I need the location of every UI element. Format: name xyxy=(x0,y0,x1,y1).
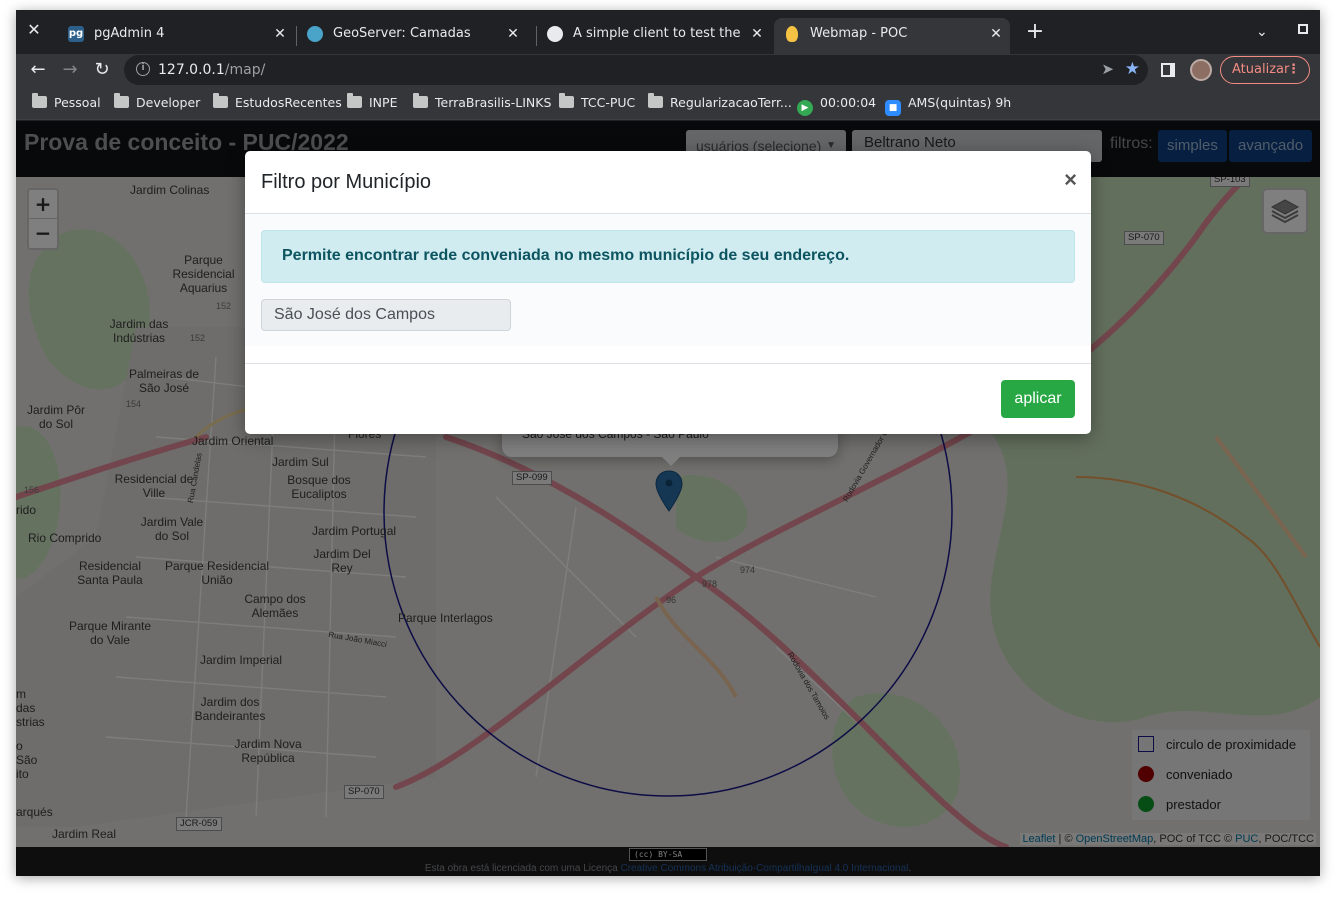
bookmark-estudos[interactable]: EstudosRecentes xyxy=(213,93,342,111)
play-icon: ▶ xyxy=(797,100,813,116)
folder-icon xyxy=(114,93,129,108)
side-panel-icon[interactable] xyxy=(1161,63,1175,77)
geoserver-icon xyxy=(307,26,323,42)
bookmark-tcc-puc[interactable]: TCC-PUC xyxy=(559,93,636,111)
folder-icon xyxy=(32,93,47,108)
new-tab-icon[interactable]: + xyxy=(1024,21,1046,44)
bookmark-label: TerraBrasilis-LINKS xyxy=(435,95,552,110)
video-call-icon: ■ xyxy=(885,100,901,116)
tab-close-icon[interactable]: ✕ xyxy=(272,18,288,50)
apply-button[interactable]: aplicar xyxy=(1001,380,1075,418)
bookmark-pessoal[interactable]: Pessoal xyxy=(32,93,101,111)
bookmark-timer[interactable]: ▶ 00:00:04 xyxy=(797,95,877,116)
reload-icon[interactable]: ↻ xyxy=(90,58,114,82)
bookmark-developer[interactable]: Developer xyxy=(114,93,201,111)
bookmark-label: AMS(quintas) 9h xyxy=(908,95,1012,110)
tab-search-chevron-icon[interactable]: ⌄ xyxy=(1256,24,1268,40)
tab-title: GeoServer: Camadas xyxy=(333,26,471,41)
more-menu-icon: ⋮ xyxy=(1287,62,1300,77)
folder-icon xyxy=(648,93,663,108)
folder-icon xyxy=(213,93,228,108)
tab-title: A simple client to test the Addre xyxy=(573,26,743,41)
info-alert: Permite encontrar rede conveniada no mes… xyxy=(261,230,1075,283)
url-host: 127.0.0.1 xyxy=(158,62,225,78)
folder-icon xyxy=(559,93,574,108)
back-arrow-icon[interactable]: ← xyxy=(26,58,50,82)
update-label: Atualizar xyxy=(1232,62,1290,77)
folder-icon xyxy=(347,93,362,108)
bookmark-ams[interactable]: ■ AMS(quintas) 9h xyxy=(885,95,1012,116)
tab-close-icon[interactable]: ✕ xyxy=(749,18,765,50)
bookmark-label: EstudosRecentes xyxy=(235,95,342,110)
pgadmin-icon: pg xyxy=(68,26,84,42)
tab-pgadmin[interactable]: pg pgAdmin 4 ✕ xyxy=(58,18,294,54)
tab-strip: ✕ pg pgAdmin 4 ✕ GeoServer: Camadas ✕ A … xyxy=(16,10,1320,54)
globe-icon xyxy=(547,26,563,42)
tab-title: pgAdmin 4 xyxy=(94,26,165,41)
bookmark-label: Developer xyxy=(136,95,201,110)
municipio-filter-modal: Filtro por Município × Permite encontrar… xyxy=(245,151,1091,434)
tab-close-icon[interactable]: ✕ xyxy=(505,18,521,50)
tab-close-icon[interactable]: ✕ xyxy=(988,18,1004,50)
site-info-icon[interactable]: i xyxy=(136,62,150,76)
modal-footer: aplicar xyxy=(245,363,1091,434)
lightbulb-icon xyxy=(786,26,798,42)
bookmark-inpe[interactable]: INPE xyxy=(347,93,398,111)
window-close-icon[interactable]: ✕ xyxy=(24,20,44,40)
bookmark-terrabrasilis[interactable]: TerraBrasilis-LINKS xyxy=(413,93,552,111)
tab-geoserver[interactable]: GeoServer: Camadas ✕ xyxy=(297,18,527,54)
bookmark-label: RegularizacaoTerr... xyxy=(670,95,792,110)
bookmark-label: 00:00:04 xyxy=(820,95,877,110)
bookmark-regularizacao[interactable]: RegularizacaoTerr... xyxy=(648,93,792,111)
tab-address-client[interactable]: A simple client to test the Addre ✕ xyxy=(537,18,771,54)
tab-webmap[interactable]: Webmap - POC ✕ xyxy=(774,18,1010,54)
modal-title: Filtro por Município xyxy=(261,171,432,193)
window-maximize-icon[interactable] xyxy=(1298,24,1308,34)
url-text: 127.0.0.1/map/ xyxy=(158,55,265,85)
modal-header: Filtro por Município × xyxy=(245,151,1091,214)
bookmark-label: INPE xyxy=(369,95,398,110)
bookmark-star-icon[interactable]: ★ xyxy=(1125,59,1140,79)
modal-body: Permite encontrar rede conveniada no mes… xyxy=(245,214,1091,346)
bookmark-label: Pessoal xyxy=(54,95,101,110)
modal-close-icon[interactable]: × xyxy=(1064,167,1077,193)
bookmark-label: TCC-PUC xyxy=(581,95,636,110)
update-button[interactable]: Atualizar ⋮ xyxy=(1220,56,1310,84)
address-bar[interactable]: i 127.0.0.1/map/ ➤ ★ xyxy=(124,55,1148,85)
browser-window: ✕ pg pgAdmin 4 ✕ GeoServer: Camadas ✕ A … xyxy=(16,10,1320,876)
municipio-input[interactable]: São José dos Campos xyxy=(261,299,511,331)
tab-title: Webmap - POC xyxy=(810,26,908,41)
page-content: Prova de conceito - PUC/2022 usuários (s… xyxy=(16,121,1320,876)
send-tab-icon[interactable]: ➤ xyxy=(1101,60,1114,78)
browser-toolbar: ← → ↻ i 127.0.0.1/map/ ➤ ★ Atualizar ⋮ xyxy=(16,54,1320,86)
profile-avatar[interactable] xyxy=(1190,59,1212,81)
url-path: /map/ xyxy=(224,62,266,78)
forward-arrow-icon[interactable]: → xyxy=(58,58,82,82)
folder-icon xyxy=(413,93,428,108)
bookmarks-bar: Pessoal Developer EstudosRecentes INPE T… xyxy=(16,86,1320,120)
